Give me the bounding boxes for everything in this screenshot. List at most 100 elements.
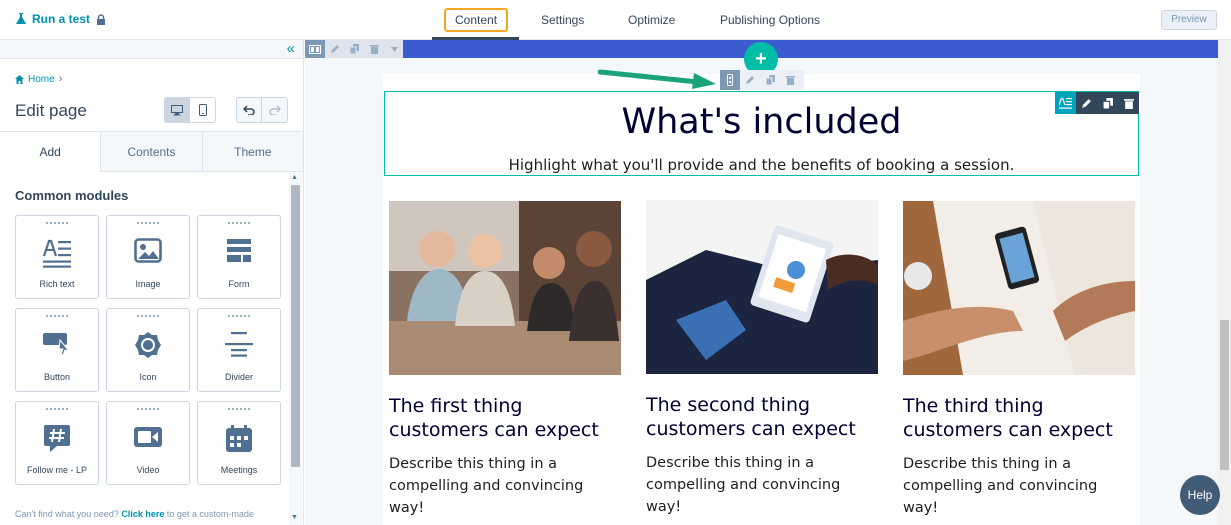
- feature-text: Describe this thing in a compelling and …: [389, 456, 584, 516]
- tab-content[interactable]: Content: [444, 8, 509, 32]
- scroll-up-icon[interactable]: ▲: [291, 174, 298, 181]
- drag-handle-icon: [228, 222, 250, 226]
- canvas-scrollbar[interactable]: [1218, 40, 1231, 525]
- desktop-view-button[interactable]: [164, 97, 190, 123]
- sidebar-scroll-thumb[interactable]: [291, 185, 300, 467]
- drag-handle-icon: [46, 222, 68, 226]
- copy-icon[interactable]: [760, 70, 780, 90]
- module-image[interactable]: Image: [106, 215, 190, 299]
- feature-column[interactable]: The first thing customers can expect Des…: [389, 201, 621, 519]
- feature-image-3[interactable]: [903, 201, 1135, 375]
- mobile-icon: [198, 104, 207, 116]
- top-bar: Run a test Content Settings Optimize Pub…: [0, 0, 1231, 40]
- custom-module-link[interactable]: Click here: [121, 509, 164, 519]
- drag-handle-icon: [46, 408, 68, 412]
- module-divider[interactable]: Divider: [197, 308, 281, 392]
- drag-module-icon[interactable]: [720, 70, 740, 90]
- home-icon: [15, 74, 24, 84]
- footer-rest: to get a custom-made: [166, 509, 254, 519]
- feature-title: The first thing customers can expect: [389, 395, 599, 441]
- device-toggle: [164, 97, 216, 123]
- module-video[interactable]: Video: [106, 401, 190, 485]
- section-headline[interactable]: What's included: [384, 102, 1139, 142]
- copy-icon[interactable]: [345, 40, 365, 58]
- image-icon: [134, 238, 162, 263]
- chevron-right-icon: ›: [58, 73, 63, 85]
- module-label: Meetings: [220, 465, 258, 475]
- sidebar-tab-theme[interactable]: Theme: [201, 132, 303, 171]
- breadcrumb-home[interactable]: Home: [28, 74, 55, 85]
- feature-text: Describe this thing in a compelling and …: [903, 456, 1098, 516]
- feature-column[interactable]: The second thing customers can expect De…: [646, 200, 878, 518]
- pencil-icon[interactable]: [325, 40, 345, 58]
- video-icon: [134, 427, 162, 447]
- module-grid: Rich text Image Form Button Icon Divider: [15, 215, 281, 485]
- feature-title: The second thing customers can expect: [646, 394, 856, 440]
- pencil-icon[interactable]: [740, 70, 760, 90]
- help-button[interactable]: Help: [1180, 475, 1220, 515]
- preview-button[interactable]: Preview: [1161, 10, 1217, 30]
- sidebar-footer: Can't find what you need? Click here to …: [15, 509, 254, 519]
- module-label: Follow me - LP: [26, 465, 88, 475]
- module-label: Rich text: [39, 279, 75, 289]
- trash-icon[interactable]: [364, 40, 384, 58]
- tab-publishing-options[interactable]: Publishing Options: [720, 8, 820, 32]
- sidebar-header: «: [0, 40, 303, 59]
- copy-icon[interactable]: [1097, 92, 1118, 114]
- module-label: Form: [228, 279, 250, 289]
- tab-optimize[interactable]: Optimize: [628, 8, 675, 32]
- trash-icon[interactable]: [1118, 92, 1139, 114]
- lock-icon: [97, 13, 106, 25]
- sidebar-tab-add[interactable]: Add: [0, 132, 101, 172]
- redo-icon: [268, 105, 281, 115]
- redo-button[interactable]: [262, 97, 288, 123]
- trash-icon[interactable]: [780, 70, 800, 90]
- drag-handle-icon: [137, 408, 159, 412]
- feature-text: Describe this thing in a compelling and …: [646, 455, 841, 515]
- pencil-icon[interactable]: [1076, 92, 1097, 114]
- hashtag-icon: [44, 425, 70, 452]
- module-label: Image: [135, 279, 161, 289]
- canvas-scroll-thumb[interactable]: [1220, 320, 1229, 470]
- run-test-link[interactable]: Run a test: [16, 12, 106, 26]
- feature-column[interactable]: The third thing customers can expect Des…: [903, 201, 1135, 519]
- form-icon: [227, 239, 251, 262]
- module-icon[interactable]: Icon: [106, 308, 190, 392]
- sidebar-scrollbar[interactable]: ▲ ▼: [289, 173, 302, 525]
- module-label: Button: [43, 372, 71, 382]
- undo-button[interactable]: [236, 97, 262, 123]
- module-toolbar: [720, 70, 804, 90]
- module-meetings[interactable]: Meetings: [197, 401, 281, 485]
- annotation-arrow-icon: [598, 69, 716, 89]
- rich-text-icon[interactable]: [1055, 92, 1076, 114]
- drag-handle-icon: [228, 315, 250, 319]
- drag-handle-icon: [137, 315, 159, 319]
- history-controls: [236, 97, 288, 123]
- module-form[interactable]: Form: [197, 215, 281, 299]
- sidebar-tab-contents[interactable]: Contents: [100, 132, 202, 171]
- mobile-view-button[interactable]: [190, 97, 216, 123]
- flask-icon: [16, 13, 26, 24]
- tab-settings[interactable]: Settings: [541, 8, 584, 32]
- section-layout-icon[interactable]: [305, 40, 325, 58]
- chevron-down-icon[interactable]: [384, 40, 404, 58]
- undo-icon: [243, 105, 255, 115]
- run-test-label: Run a test: [32, 12, 91, 26]
- feature-image-1[interactable]: [389, 201, 621, 375]
- collapse-sidebar-icon[interactable]: «: [287, 41, 295, 57]
- module-button[interactable]: Button: [15, 308, 99, 392]
- desktop-icon: [171, 104, 183, 115]
- calendar-icon: [226, 425, 252, 452]
- scroll-down-icon[interactable]: ▼: [291, 514, 298, 521]
- common-modules-heading: Common modules: [15, 188, 129, 203]
- icon-module-icon: [135, 332, 161, 358]
- section-subline[interactable]: Highlight what you'll provide and the be…: [384, 156, 1139, 174]
- rich-text-icon: [42, 239, 71, 268]
- section-toolbar: [305, 40, 404, 58]
- module-label: Divider: [224, 372, 253, 382]
- feature-image-2[interactable]: [646, 200, 878, 374]
- module-label: Video: [136, 465, 160, 475]
- module-follow-me[interactable]: Follow me - LP: [15, 401, 99, 485]
- section-highlight-bar: [403, 40, 1218, 58]
- module-rich-text[interactable]: Rich text: [15, 215, 99, 299]
